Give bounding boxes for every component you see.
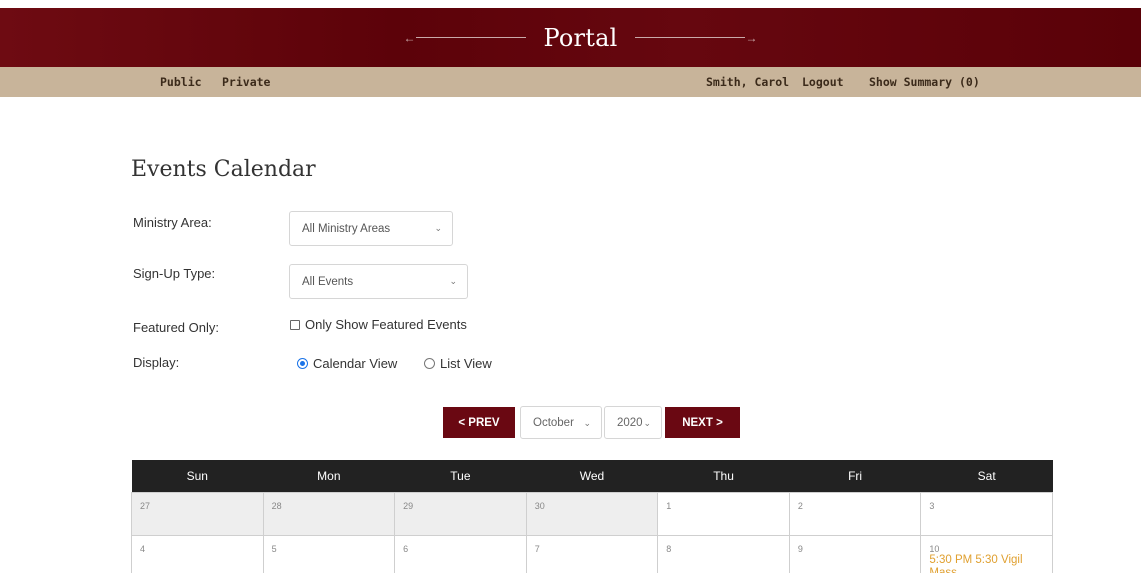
event-link[interactable]: 5:30 PM 5:30 Vigil Mass [929, 554, 1044, 573]
header-banner: ← Portal → [0, 8, 1141, 67]
list-view-radio-row[interactable]: List View [424, 356, 492, 371]
left-arrow-decoration: ← [404, 31, 526, 45]
nav-private-link[interactable]: Private [222, 75, 270, 89]
next-month-button[interactable]: NEXT > [665, 407, 740, 438]
day-header: Tue [394, 460, 527, 492]
calendar-day-cell[interactable]: 4 [131, 534, 264, 573]
calendar-day-cell[interactable]: 28 [262, 491, 396, 536]
calendar-day-cell[interactable]: 29 [394, 491, 527, 536]
portal-title: Portal [543, 23, 618, 52]
calendar-view-label: Calendar View [313, 356, 398, 371]
right-arrow-decoration: → [635, 31, 757, 45]
calendar-day-cell[interactable]: 10 5:30 PM 5:30 Vigil Mass [920, 534, 1053, 573]
calendar-day-cell[interactable]: 6 [394, 534, 527, 573]
page-title: Events Calendar [131, 157, 316, 182]
list-view-label: List View [440, 356, 492, 371]
calendar-view-radio-row[interactable]: Calendar View [297, 356, 397, 371]
calendar-header-row: Sun Mon Tue Wed Thu Fri Sat [131, 460, 1053, 492]
year-value: 2020 [617, 416, 643, 429]
day-header: Sun [131, 460, 264, 492]
calendar-day-cell[interactable]: 5 [262, 534, 396, 573]
calendar-week-row: 4 5 6 7 8 9 10 5:30 PM 5:30 Vigil Mass [131, 534, 1053, 573]
ministry-area-select[interactable]: All Ministry Areas ⌄ [289, 211, 453, 246]
calendar-day-cell[interactable]: 3 [920, 491, 1053, 536]
calendar-week-row: 27 28 29 30 1 2 3 [131, 491, 1053, 536]
featured-only-checkbox-row[interactable]: Only Show Featured Events [290, 317, 467, 332]
display-label: Display: [133, 355, 180, 370]
calendar-day-cell[interactable]: 27 [131, 491, 264, 536]
signup-type-select[interactable]: All Events ⌄ [289, 264, 468, 299]
year-select[interactable]: 2020 ⌄ [604, 406, 662, 439]
day-header: Sat [920, 460, 1053, 492]
calendar-day-cell[interactable]: 8 [657, 534, 790, 573]
ministry-area-value: All Ministry Areas [302, 222, 391, 235]
chevron-down-icon: ⌄ [583, 418, 591, 428]
day-header: Mon [263, 460, 395, 492]
chevron-down-icon: ⌄ [434, 223, 442, 233]
chevron-down-icon: ⌄ [449, 276, 457, 286]
day-header: Fri [789, 460, 921, 492]
featured-only-label: Featured Only: [133, 320, 219, 335]
calendar-day-cell[interactable]: 9 [788, 534, 922, 573]
day-header: Wed [526, 460, 658, 492]
chevron-down-icon: ⌄ [643, 418, 651, 428]
list-view-radio[interactable] [424, 358, 435, 369]
show-summary-link[interactable]: Show Summary (0) [869, 75, 980, 89]
calendar-day-cell[interactable]: 1 [657, 491, 790, 536]
month-value: October [533, 416, 574, 429]
ministry-area-label: Ministry Area: [133, 215, 212, 230]
day-number: 10 [929, 543, 940, 554]
prev-month-button[interactable]: < PREV [443, 407, 515, 438]
top-nav: Public Private Smith, Carol Logout Show … [0, 67, 1141, 97]
featured-only-checkbox[interactable] [290, 319, 300, 330]
day-header: Thu [657, 460, 790, 492]
featured-only-option-label: Only Show Featured Events [305, 317, 467, 332]
user-name-link[interactable]: Smith, Carol [706, 75, 789, 89]
month-select[interactable]: October ⌄ [520, 406, 602, 439]
signup-type-value: All Events [302, 275, 354, 288]
events-calendar: Sun Mon Tue Wed Thu Fri Sat 27 28 29 30 … [131, 460, 1053, 573]
calendar-view-radio[interactable] [297, 358, 308, 369]
calendar-day-cell[interactable]: 7 [525, 534, 659, 573]
calendar-day-cell[interactable]: 2 [788, 491, 922, 536]
logout-link[interactable]: Logout [802, 75, 844, 89]
nav-public-link[interactable]: Public [160, 75, 202, 89]
calendar-day-cell[interactable]: 30 [525, 491, 659, 536]
signup-type-label: Sign-Up Type: [133, 266, 216, 281]
